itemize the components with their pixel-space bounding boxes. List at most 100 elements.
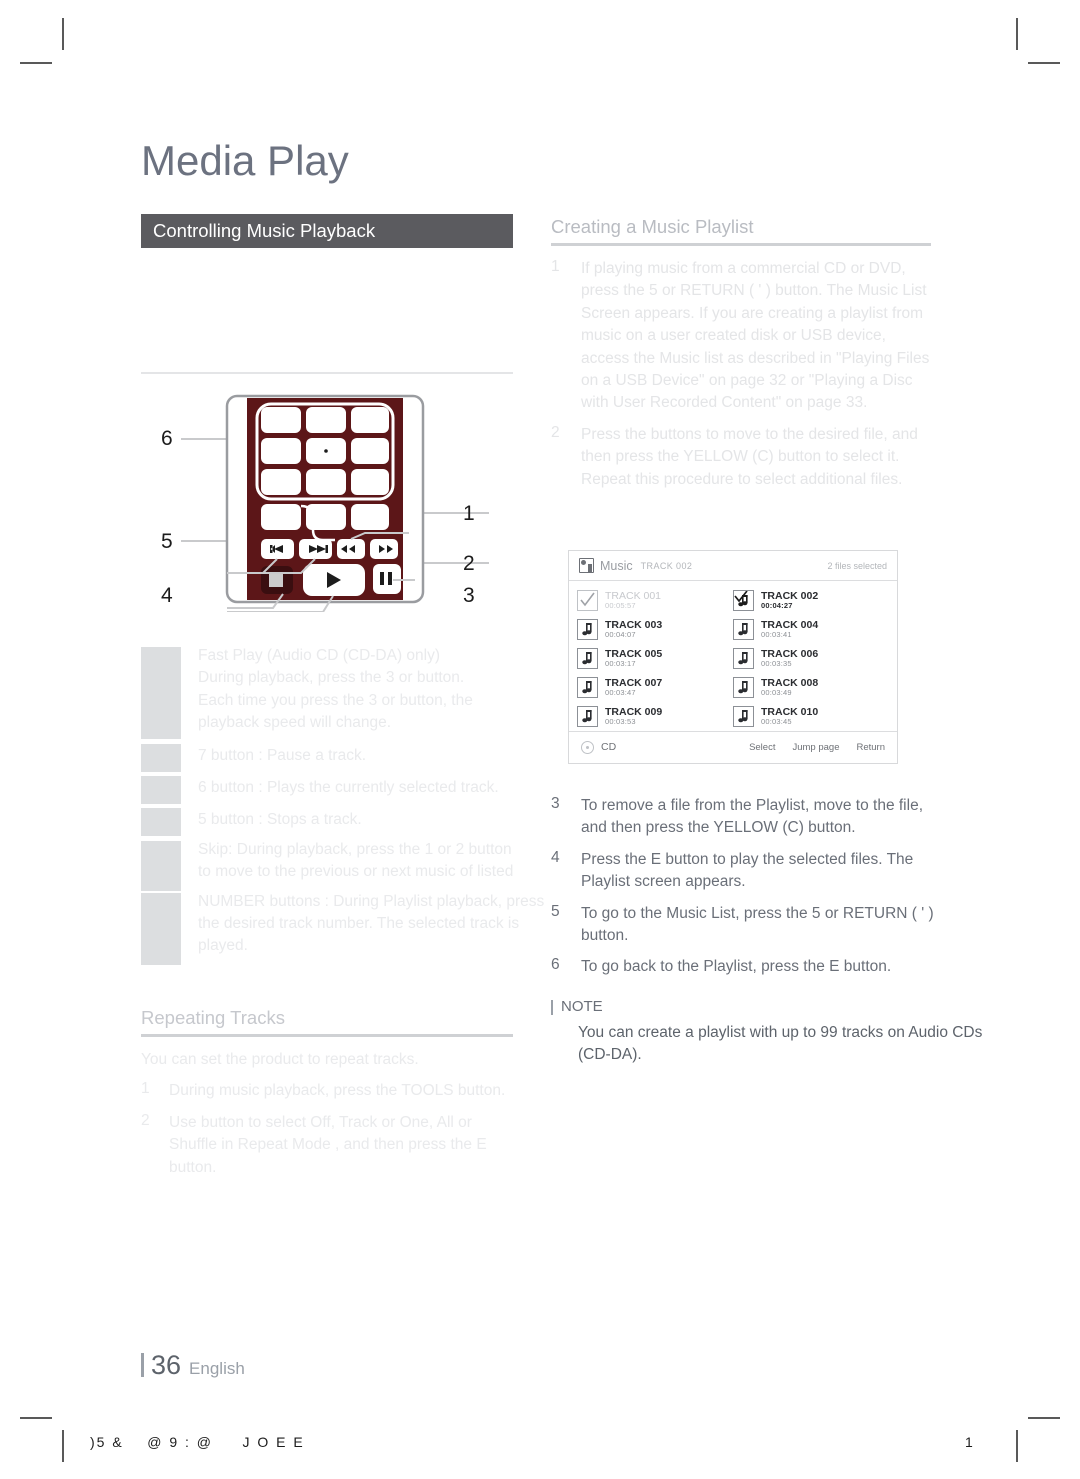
music-note-icon[interactable]: [733, 706, 754, 727]
step-number: 2: [551, 423, 560, 441]
track-info: TRACK 003 00:04:07: [605, 620, 662, 639]
step-number: 1: [551, 258, 560, 275]
music-note-icon[interactable]: [577, 677, 598, 698]
list-item[interactable]: TRACK 010 00:03:45: [733, 702, 889, 731]
step-number: 3: [551, 795, 560, 812]
track-info: TRACK 008 00:03:49: [761, 678, 818, 697]
step-text: If playing music from a commercial CD or…: [581, 260, 930, 412]
action-select[interactable]: Select: [749, 742, 775, 753]
right-column-lower: 3 To remove a file from the Playlist, mo…: [551, 786, 951, 979]
section-heading-repeating-tracks: Repeating Tracks: [141, 1007, 285, 1028]
playlist-step: 5 To go to the Music List, press the 5 o…: [551, 903, 951, 948]
printer-footer-number: 1: [965, 1434, 973, 1450]
list-marker-block: [141, 743, 181, 772]
diagram-top-rule: [141, 372, 513, 374]
list-item[interactable]: TRACK 005 00:03:17: [577, 644, 733, 673]
track-info: TRACK 007 00:03:47: [605, 678, 662, 697]
track-info: TRACK 002 00:04:27: [761, 591, 818, 610]
list-item[interactable]: TRACK 008 00:03:49: [733, 673, 889, 702]
section-heading-creating-playlist: Creating a Music Playlist: [551, 216, 754, 237]
step-text: Press the E button to play the selected …: [581, 850, 914, 891]
screen-app-title: Music: [600, 558, 633, 573]
list-item[interactable]: TRACK 007 00:03:47: [577, 673, 733, 702]
music-note-icon[interactable]: [577, 648, 598, 669]
list-item[interactable]: TRACK 003 00:04:07: [577, 615, 733, 644]
track-time: 00:03:41: [761, 630, 792, 640]
remote-control-diagram: 6 5 4 1 2 3: [141, 372, 513, 634]
page-language: English: [189, 1359, 245, 1378]
track-info: TRACK 001 00:05:57: [605, 591, 661, 610]
repeating-step: 2 Use button to select Off, Track or One…: [141, 1112, 513, 1179]
list-item: Skip: During playback, press the 1 or 2 …: [141, 839, 551, 891]
action-jump-page[interactable]: Jump page: [792, 742, 839, 753]
callout-4: 4: [161, 584, 173, 607]
crop-mark-bottom-right-v: [1016, 1430, 1018, 1462]
page-number: 36: [151, 1350, 182, 1380]
list-marker-block: [141, 892, 181, 965]
checkbox-icon[interactable]: [577, 590, 598, 611]
step-text: To go back to the Playlist, press the E …: [581, 958, 892, 976]
remote-control-illustration: [225, 394, 425, 612]
step-text: To remove a file from the Playlist, move…: [581, 797, 923, 837]
list-item[interactable]: TRACK 002 00:04:27: [733, 586, 889, 615]
list-item: 6 button : Plays the currently selected …: [141, 774, 551, 805]
playback-instruction-list: Fast Play (Audio CD (CD-DA) only) During…: [141, 645, 551, 965]
track-time: 00:05:57: [605, 601, 636, 611]
list-item-text: 6 button : Plays the currently selected …: [198, 779, 499, 797]
track-grid: TRACK 001 00:05:57 TRACK 003 00:04:07 TR…: [569, 581, 897, 731]
crop-mark-bottom-right-h: [1028, 1417, 1060, 1419]
track-info: TRACK 006 00:03:35: [761, 649, 818, 668]
screen-selected-count: 2 files selected: [827, 560, 887, 571]
note-text: You can create a playlist with up to 99 …: [578, 1024, 983, 1064]
manual-page: Media Play Controlling Music Playback 6 …: [0, 0, 1080, 1479]
step-number: 5: [551, 902, 560, 920]
list-item[interactable]: TRACK 001 00:05:57: [577, 586, 733, 615]
step-text: During music playback, press the TOOLS b…: [169, 1082, 506, 1100]
music-note-icon[interactable]: [733, 677, 754, 698]
crop-mark-bottom-left-v: [62, 1430, 64, 1462]
list-item-text: 7 button : Pause a track.: [198, 746, 367, 764]
leader-line-2: [419, 562, 489, 564]
playlist-step: 4 Press the E button to play the selecte…: [551, 849, 951, 894]
list-item[interactable]: TRACK 009 00:03:53: [577, 702, 733, 731]
page-footer: 36 English: [141, 1350, 245, 1381]
right-column: Creating a Music Playlist 1 If playing m…: [551, 214, 931, 491]
list-item-text: Fast Play (Audio CD (CD-DA) only) During…: [198, 647, 473, 732]
list-marker-block: [141, 776, 181, 805]
crop-mark-top-left-v: [62, 18, 64, 50]
leader-line-1: [419, 512, 489, 514]
section-banner-controlling-music-playback: Controlling Music Playback: [141, 214, 513, 248]
list-item: 7 button : Pause a track.: [141, 742, 551, 772]
callout-2: 2: [463, 552, 475, 575]
callout-1: 1: [463, 502, 475, 525]
disc-icon: [581, 740, 594, 754]
track-info: TRACK 005 00:03:17: [605, 649, 662, 668]
track-time: 00:03:45: [761, 717, 792, 727]
screen-footer-bar: CD Select Jump page Return: [569, 731, 897, 762]
track-column-right: TRACK 002 00:04:27 TRACK 004 00:03:41 TR…: [733, 586, 889, 731]
step-number: 1: [141, 1080, 150, 1098]
track-time: 00:03:17: [605, 659, 636, 669]
section-rule: [141, 1034, 513, 1037]
step-number: 2: [141, 1111, 150, 1129]
crop-mark-top-right-h: [1028, 62, 1060, 64]
note-box: NOTE You can create a playlist with up t…: [551, 998, 991, 1067]
list-item-text: 5 button : Stops a track.: [198, 811, 362, 829]
list-item[interactable]: TRACK 006 00:03:35: [733, 644, 889, 673]
track-column-left: TRACK 001 00:05:57 TRACK 003 00:04:07 TR…: [577, 586, 733, 731]
music-note-icon[interactable]: [577, 706, 598, 727]
repeating-intro-text: You can set the product to repeat tracks…: [141, 1051, 419, 1068]
music-note-icon[interactable]: [733, 648, 754, 669]
playlist-step: 1 If playing music from a commercial CD …: [551, 258, 931, 415]
section-repeating-tracks: Repeating Tracks You can set the product…: [141, 1005, 513, 1179]
callout-6: 6: [161, 427, 173, 450]
step-text: Use button to select Off, Track or One, …: [169, 1113, 487, 1176]
music-note-checked-icon[interactable]: [733, 590, 754, 611]
note-label: NOTE: [551, 998, 991, 1015]
playlist-step: 6 To go back to the Playlist, press the …: [551, 956, 951, 978]
list-item[interactable]: TRACK 004 00:03:41: [733, 615, 889, 644]
crop-mark-bottom-left-h: [20, 1417, 52, 1419]
action-return[interactable]: Return: [856, 742, 885, 753]
music-note-icon[interactable]: [577, 619, 598, 640]
music-note-icon[interactable]: [733, 619, 754, 640]
